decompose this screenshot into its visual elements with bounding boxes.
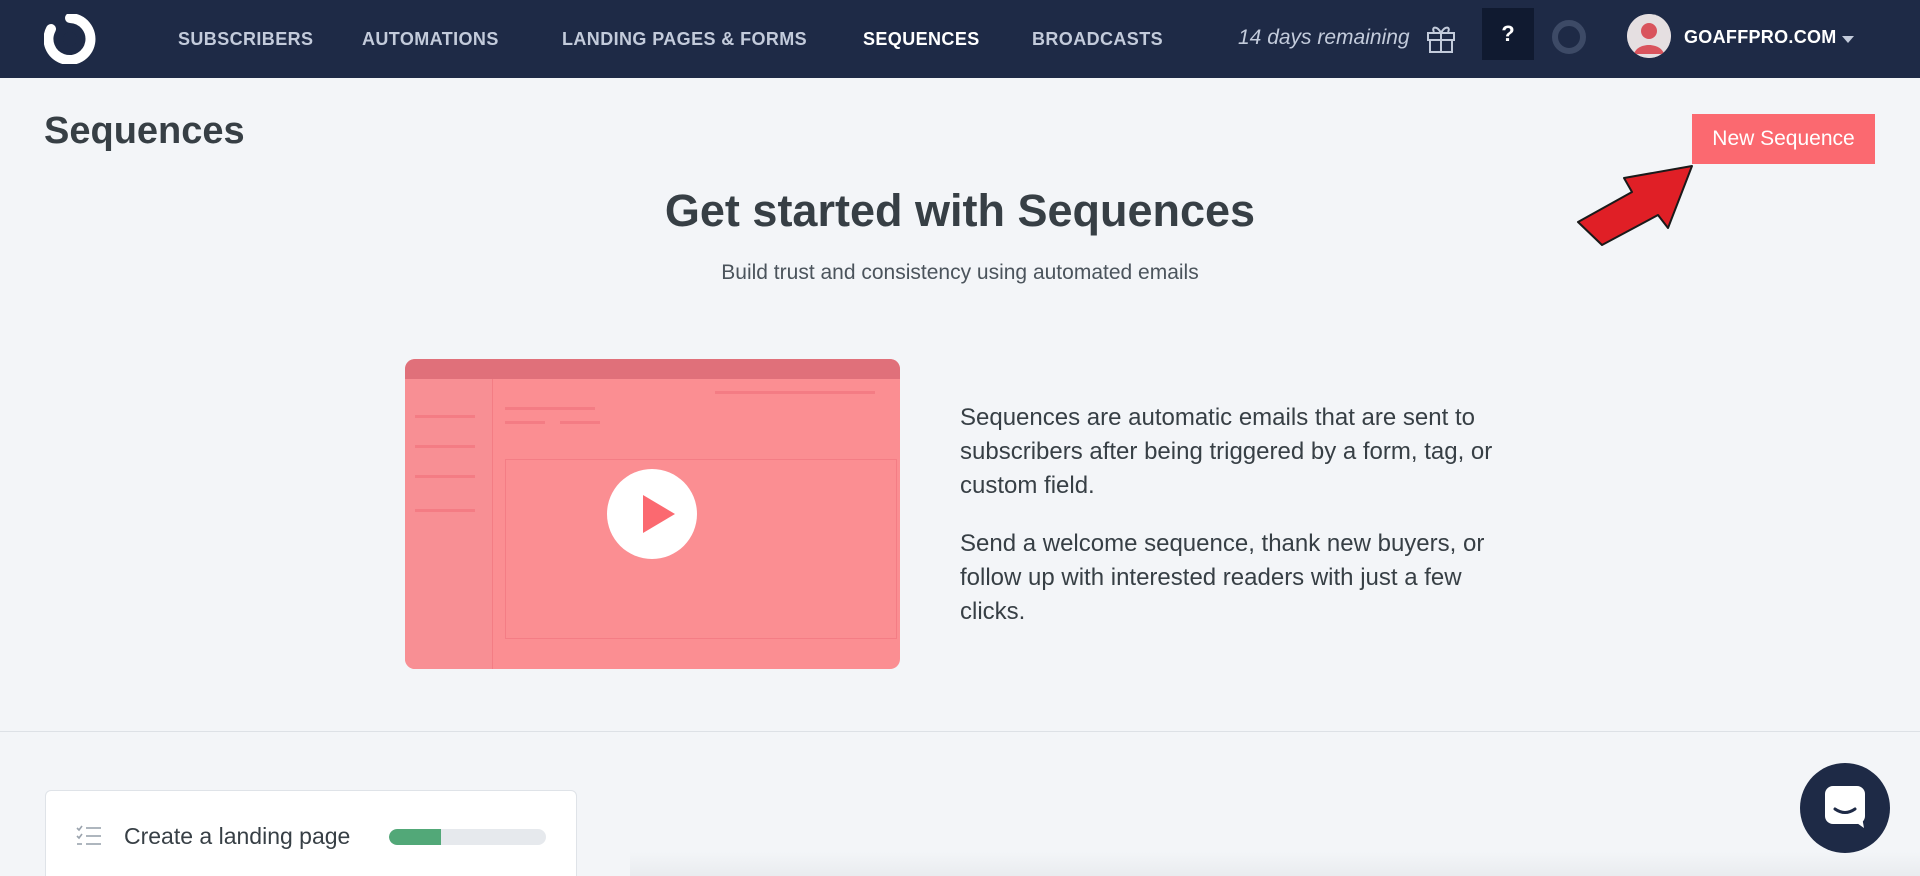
play-icon xyxy=(643,495,675,533)
checklist-item-label: Create a landing page xyxy=(124,823,351,849)
nav-landing-pages-forms[interactable]: LANDING PAGES & FORMS xyxy=(562,0,807,78)
card-shadow-edge xyxy=(630,852,1920,876)
checklist-icon xyxy=(76,825,101,845)
play-button[interactable] xyxy=(607,469,697,559)
nav-automations[interactable]: AUTOMATIONS xyxy=(362,0,499,78)
page-title: Sequences xyxy=(44,110,245,152)
gift-icon[interactable] xyxy=(1425,22,1457,54)
onboarding-checklist-card[interactable]: Create a landing page xyxy=(45,790,577,876)
video-preview-line xyxy=(415,415,475,418)
video-preview-line xyxy=(415,445,475,448)
hero-title: Get started with Sequences xyxy=(664,185,1256,236)
new-sequence-button[interactable]: New Sequence xyxy=(1692,114,1875,164)
video-preview-line xyxy=(415,475,475,478)
checklist-progress-bar xyxy=(389,829,546,845)
trial-remaining-text[interactable]: 14 days remaining xyxy=(1238,0,1410,78)
video-preview-sidebar xyxy=(405,379,493,669)
video-preview-line xyxy=(505,421,545,424)
intro-video-thumbnail[interactable] xyxy=(405,359,900,669)
convertkit-logo-icon[interactable] xyxy=(44,14,96,64)
description-paragraph-1: Sequences are automatic emails that are … xyxy=(960,404,1493,499)
description-paragraph-2: Send a welcome sequence, thank new buyer… xyxy=(960,530,1485,625)
nav-sequences[interactable]: SEQUENCES xyxy=(863,0,980,78)
section-divider xyxy=(0,731,1920,732)
video-preview-line xyxy=(715,391,875,394)
checklist-progress-fill xyxy=(389,829,441,845)
chat-bubble-icon xyxy=(1825,786,1865,828)
video-preview-line xyxy=(415,509,475,512)
avatar[interactable] xyxy=(1627,14,1671,58)
video-preview-line xyxy=(560,421,600,424)
user-avatar-icon xyxy=(1627,14,1671,58)
video-preview-editor xyxy=(505,459,897,639)
loading-spinner-icon xyxy=(1552,20,1586,54)
nav-subscribers[interactable]: SUBSCRIBERS xyxy=(178,0,313,78)
chat-launcher-button[interactable] xyxy=(1800,763,1890,853)
help-button[interactable]: ? xyxy=(1482,8,1534,60)
hero-subtitle: Build trust and consistency using automa… xyxy=(721,261,1199,284)
video-preview-topbar xyxy=(405,359,900,379)
account-menu[interactable]: GOAFFPRO.COM xyxy=(1684,0,1837,74)
nav-broadcasts[interactable]: BROADCASTS xyxy=(1032,0,1163,78)
video-preview-line xyxy=(505,407,595,410)
chevron-down-icon[interactable] xyxy=(1842,36,1854,43)
top-nav: SUBSCRIBERS AUTOMATIONS LANDING PAGES & … xyxy=(0,0,1920,78)
